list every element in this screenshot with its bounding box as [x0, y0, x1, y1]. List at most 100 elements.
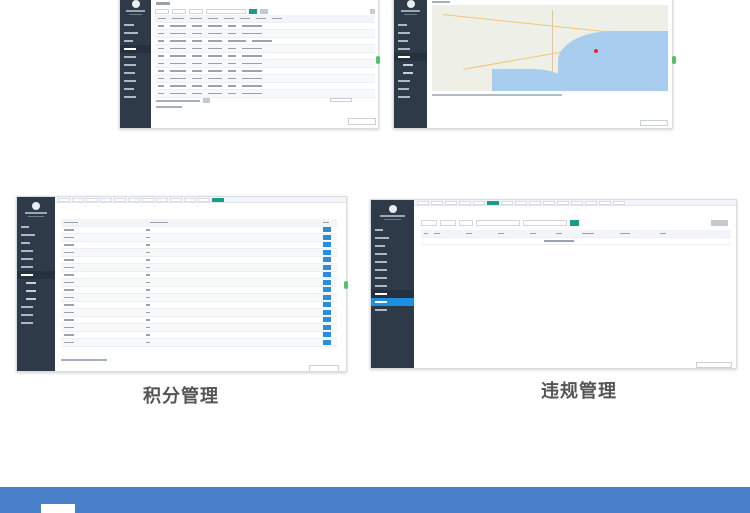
sidebar-subitem[interactable] — [394, 69, 427, 77]
toolbar-buttons[interactable] — [711, 220, 728, 226]
edit-button[interactable] — [323, 279, 331, 285]
date-range-input[interactable] — [206, 9, 246, 14]
search-button[interactable] — [570, 220, 579, 226]
table-row — [155, 60, 375, 68]
sidebar-item[interactable] — [371, 282, 414, 290]
edit-button[interactable] — [323, 309, 331, 315]
tab-active[interactable] — [212, 197, 224, 202]
sidebar-subitem[interactable] — [394, 61, 427, 69]
side-handle-icon[interactable] — [344, 281, 348, 289]
sidebar-item[interactable] — [120, 85, 151, 93]
sea-area — [558, 31, 668, 91]
date-end-input[interactable] — [523, 220, 567, 226]
edit-button[interactable] — [323, 264, 331, 270]
side-handle-icon[interactable] — [672, 56, 676, 64]
filter-input[interactable] — [459, 220, 473, 226]
sidebar-item[interactable] — [120, 45, 151, 53]
sidebar-item[interactable] — [371, 274, 414, 282]
edit-button[interactable] — [323, 294, 331, 300]
table-row — [61, 294, 337, 302]
sidebar-item[interactable] — [394, 21, 427, 29]
location-map[interactable] — [432, 5, 668, 91]
tab-active[interactable] — [487, 200, 499, 205]
reset-button[interactable] — [260, 9, 268, 14]
edit-button[interactable] — [323, 302, 331, 308]
filter-input[interactable] — [440, 220, 456, 226]
sidebar-item[interactable] — [371, 242, 414, 250]
sidebar-item[interactable] — [17, 231, 55, 239]
sidebar-item[interactable] — [120, 61, 151, 69]
sidebar-item[interactable] — [394, 85, 427, 93]
edit-button[interactable] — [323, 227, 331, 233]
sidebar-item[interactable] — [17, 247, 55, 255]
sidebar-subitem[interactable] — [17, 295, 55, 303]
sidebar-item[interactable] — [371, 234, 414, 242]
date-start-input[interactable] — [476, 220, 520, 226]
sidebar-item[interactable] — [394, 45, 427, 53]
edit-button[interactable] — [323, 242, 331, 248]
edit-button[interactable] — [323, 339, 331, 345]
table-row — [61, 264, 337, 272]
edit-button[interactable] — [323, 332, 331, 338]
sidebar-item[interactable] — [120, 93, 151, 101]
sidebar-item[interactable] — [371, 258, 414, 266]
sidebar-item[interactable] — [17, 223, 55, 231]
sidebar-item[interactable] — [17, 319, 55, 327]
sidebar-item[interactable] — [17, 263, 55, 271]
table-row — [61, 302, 337, 309]
logo-icon — [32, 202, 40, 210]
filter-input[interactable] — [155, 9, 169, 14]
edit-button[interactable] — [323, 257, 331, 263]
sidebar-subitem[interactable] — [17, 287, 55, 295]
sidebar-item[interactable] — [394, 37, 427, 45]
empty-table-row — [421, 238, 731, 245]
search-button[interactable] — [249, 9, 257, 14]
sidebar-item[interactable] — [394, 77, 427, 85]
table-row — [61, 279, 337, 287]
filter-input[interactable] — [172, 9, 186, 14]
edit-button[interactable] — [323, 317, 331, 323]
pagination[interactable] — [330, 98, 352, 102]
toast-box — [696, 362, 732, 368]
page-size-select[interactable] — [203, 98, 210, 103]
filter-input[interactable] — [421, 220, 437, 226]
table-row — [61, 242, 337, 249]
sidebar-item[interactable] — [371, 266, 414, 274]
refresh-icon[interactable] — [370, 9, 375, 14]
logo-icon — [406, 0, 415, 8]
sidebar-item[interactable] — [17, 255, 55, 263]
sidebar-item[interactable] — [120, 21, 151, 29]
sidebar-item[interactable] — [120, 77, 151, 85]
sidebar-item[interactable] — [17, 239, 55, 247]
sidebar-item[interactable] — [371, 306, 414, 314]
edit-button[interactable] — [323, 324, 331, 330]
sidebar-subitem[interactable] — [17, 279, 55, 287]
edit-button[interactable] — [323, 249, 331, 255]
sidebar-item[interactable] — [17, 271, 55, 279]
violations-table — [421, 230, 731, 245]
side-handle-icon[interactable] — [376, 56, 380, 64]
sidebar-item-violations[interactable] — [371, 298, 414, 306]
sidebar-item[interactable] — [17, 303, 55, 311]
tab-strip — [55, 197, 346, 203]
sidebar-item[interactable] — [394, 29, 427, 37]
sidebar-item[interactable] — [394, 93, 427, 101]
toast-box — [309, 365, 339, 371]
sidebar-item[interactable] — [371, 226, 414, 234]
sidebar-item[interactable] — [371, 290, 414, 298]
violations-filter-bar — [421, 220, 579, 226]
tab-strip — [414, 200, 736, 206]
edit-button[interactable] — [323, 287, 331, 293]
sidebar-item[interactable] — [394, 53, 427, 61]
map-marker-icon[interactable] — [594, 49, 598, 53]
table-row — [155, 90, 375, 98]
filter-input[interactable] — [189, 9, 203, 14]
sidebar-item[interactable] — [120, 37, 151, 45]
sidebar-item[interactable] — [371, 250, 414, 258]
edit-button[interactable] — [323, 234, 331, 240]
sidebar-item[interactable] — [120, 29, 151, 37]
sidebar-item[interactable] — [120, 53, 151, 61]
sidebar-item[interactable] — [120, 69, 151, 77]
edit-button[interactable] — [323, 272, 331, 278]
sidebar-item[interactable] — [17, 311, 55, 319]
